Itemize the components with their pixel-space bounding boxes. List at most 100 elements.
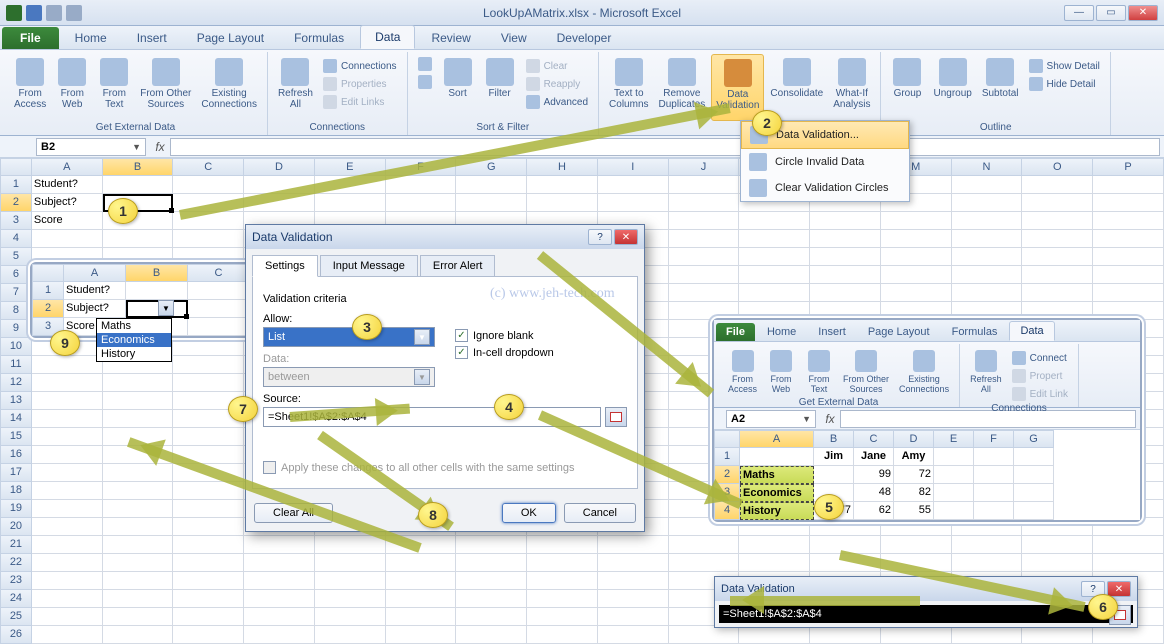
- cell[interactable]: [1093, 194, 1164, 212]
- cell[interactable]: [881, 248, 952, 266]
- cell[interactable]: [952, 536, 1023, 554]
- cell[interactable]: [527, 176, 598, 194]
- cell[interactable]: Student?: [32, 176, 103, 194]
- row-header[interactable]: 19: [0, 500, 32, 518]
- cell[interactable]: [598, 176, 669, 194]
- name-box[interactable]: A2▼: [726, 410, 816, 428]
- cell[interactable]: [386, 572, 457, 590]
- cell[interactable]: [669, 212, 740, 230]
- cell[interactable]: [244, 572, 315, 590]
- close-button[interactable]: ✕: [1128, 5, 1158, 21]
- from-other-button[interactable]: From Other Sources: [839, 346, 893, 396]
- cell[interactable]: [810, 266, 881, 284]
- cell[interactable]: [598, 608, 669, 626]
- cell[interactable]: [669, 536, 740, 554]
- cell[interactable]: [527, 194, 598, 212]
- show-detail-button[interactable]: Show Detail: [1025, 58, 1104, 74]
- row-header[interactable]: 18: [0, 482, 32, 500]
- cell[interactable]: [1093, 554, 1164, 572]
- cell[interactable]: [32, 518, 103, 536]
- from-web-button[interactable]: From Web: [52, 54, 92, 121]
- row-header[interactable]: 24: [0, 590, 32, 608]
- col-header[interactable]: C: [173, 158, 244, 176]
- text-to-columns-button[interactable]: Text to Columns: [605, 54, 652, 121]
- tab-insert[interactable]: Insert: [808, 323, 856, 341]
- group-button[interactable]: Group: [887, 54, 927, 121]
- cell[interactable]: [952, 248, 1023, 266]
- cell[interactable]: [810, 284, 881, 302]
- save-icon[interactable]: [26, 5, 42, 21]
- cell[interactable]: [32, 428, 103, 446]
- cell[interactable]: [244, 608, 315, 626]
- filter-button[interactable]: Filter: [480, 54, 520, 121]
- cell[interactable]: Student?: [64, 282, 126, 300]
- cell[interactable]: [103, 608, 174, 626]
- tab-data[interactable]: Data: [1009, 321, 1054, 341]
- cell[interactable]: [1022, 212, 1093, 230]
- cell[interactable]: [188, 318, 250, 336]
- cell[interactable]: [669, 554, 740, 572]
- cell[interactable]: [173, 500, 244, 518]
- cell[interactable]: [32, 446, 103, 464]
- allow-combo[interactable]: List▼: [263, 327, 435, 347]
- cell[interactable]: [456, 572, 527, 590]
- cell[interactable]: [1022, 230, 1093, 248]
- cell[interactable]: [103, 536, 174, 554]
- tab-formulas[interactable]: Formulas: [280, 27, 358, 49]
- cell[interactable]: [810, 248, 881, 266]
- cell[interactable]: [103, 230, 174, 248]
- cell[interactable]: [32, 572, 103, 590]
- col-header[interactable]: B: [103, 158, 174, 176]
- corner[interactable]: [714, 430, 740, 448]
- cell[interactable]: [527, 536, 598, 554]
- row-header[interactable]: 23: [0, 572, 32, 590]
- subtotal-button[interactable]: Subtotal: [978, 54, 1023, 121]
- cell[interactable]: [126, 282, 188, 300]
- col-header[interactable]: J: [669, 158, 740, 176]
- cell[interactable]: [456, 176, 527, 194]
- col-header[interactable]: F: [974, 430, 1014, 448]
- cell[interactable]: [739, 266, 810, 284]
- cell[interactable]: [173, 572, 244, 590]
- cell[interactable]: [173, 626, 244, 644]
- cell[interactable]: [739, 536, 810, 554]
- from-other-sources-button[interactable]: From Other Sources: [136, 54, 195, 121]
- cell[interactable]: [669, 230, 740, 248]
- ungroup-button[interactable]: Ungroup: [929, 54, 975, 121]
- cell[interactable]: [173, 356, 244, 374]
- row-header[interactable]: 2: [0, 194, 32, 212]
- cell[interactable]: [1022, 194, 1093, 212]
- dropdown-option[interactable]: Economics: [97, 333, 171, 347]
- cell[interactable]: [173, 590, 244, 608]
- row-header[interactable]: 14: [0, 410, 32, 428]
- from-web-button[interactable]: From Web: [763, 346, 799, 396]
- cell[interactable]: [32, 554, 103, 572]
- cell[interactable]: [386, 626, 457, 644]
- sort-az-button[interactable]: [414, 56, 436, 72]
- col-header[interactable]: O: [1022, 158, 1093, 176]
- cell[interactable]: Score: [32, 212, 103, 230]
- cell[interactable]: [188, 300, 250, 318]
- from-text-button[interactable]: From Text: [801, 346, 837, 396]
- cell[interactable]: [456, 554, 527, 572]
- tab-file[interactable]: File: [2, 27, 59, 49]
- sort-button[interactable]: Sort: [438, 54, 478, 121]
- cell[interactable]: [32, 464, 103, 482]
- tab-settings[interactable]: Settings: [252, 255, 318, 277]
- tab-home[interactable]: Home: [757, 323, 806, 341]
- cell[interactable]: [598, 194, 669, 212]
- col-header[interactable]: H: [527, 158, 598, 176]
- cell[interactable]: Subject?: [64, 300, 126, 318]
- refresh-button[interactable]: Refresh All: [966, 346, 1006, 402]
- tab-home[interactable]: Home: [61, 27, 121, 49]
- cell[interactable]: [32, 356, 103, 374]
- cell[interactable]: [173, 176, 244, 194]
- col-header[interactable]: A: [740, 430, 814, 448]
- ok-button[interactable]: OK: [502, 503, 556, 523]
- ignore-blank-checkbox[interactable]: ✓Ignore blank: [455, 329, 627, 342]
- minimize-button[interactable]: —: [1064, 5, 1094, 21]
- cell[interactable]: [739, 212, 810, 230]
- hide-detail-button[interactable]: Hide Detail: [1025, 76, 1104, 92]
- row-header[interactable]: 11: [0, 356, 32, 374]
- cell[interactable]: [669, 626, 740, 644]
